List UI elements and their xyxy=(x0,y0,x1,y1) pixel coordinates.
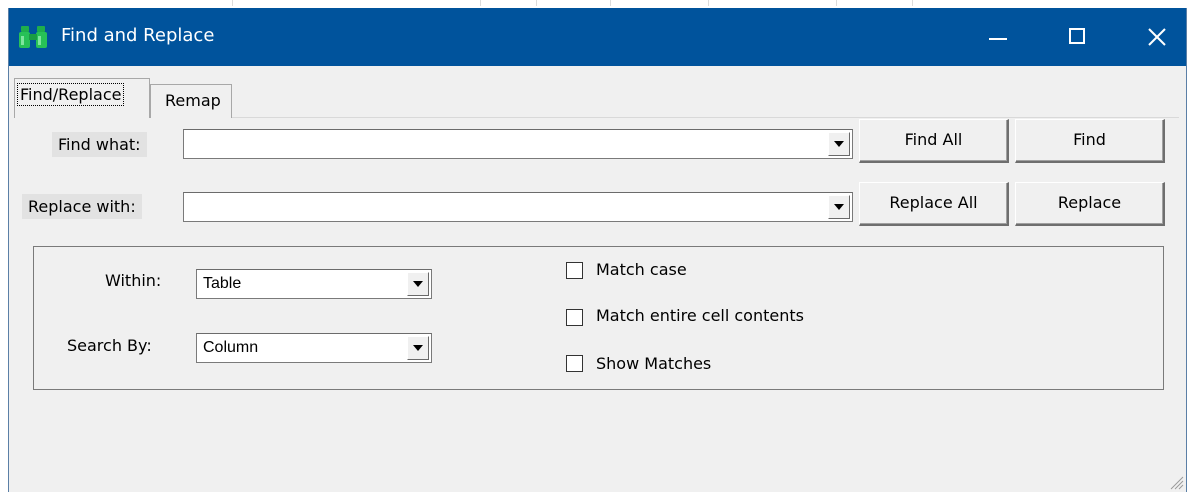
options-group: Within: Table Search By: Column Match ca… xyxy=(33,246,1164,390)
within-select[interactable]: Table xyxy=(196,269,432,299)
search-by-dropdown-button[interactable] xyxy=(407,336,429,360)
within-dropdown-button[interactable] xyxy=(407,272,429,296)
window-title: Find and Replace xyxy=(61,25,215,46)
find-replace-dialog: Find and Replace Find/Replace Remap Find… xyxy=(8,8,1187,492)
tab-remap-label: Remap xyxy=(165,91,221,110)
replace-all-button[interactable]: Replace All xyxy=(859,182,1009,226)
replace-button[interactable]: Replace xyxy=(1015,182,1165,226)
minimize-icon xyxy=(989,38,1007,40)
search-by-select[interactable]: Column xyxy=(196,333,432,363)
close-button[interactable] xyxy=(1129,8,1185,66)
search-by-label: Search By: xyxy=(67,336,152,355)
find-what-label: Find what: xyxy=(52,132,147,157)
tab-strip-border xyxy=(149,117,1179,118)
tab-find-replace[interactable]: Find/Replace xyxy=(14,78,150,118)
replace-with-label: Replace with: xyxy=(22,194,142,219)
find-button[interactable]: Find xyxy=(1015,119,1165,163)
background-strip xyxy=(0,0,1195,8)
within-value: Table xyxy=(203,275,242,292)
binoculars-icon xyxy=(18,24,48,50)
search-by-value: Column xyxy=(203,339,259,356)
maximize-icon xyxy=(1069,28,1085,44)
match-entire-cell-checkbox[interactable] xyxy=(566,309,583,326)
resize-grip-icon[interactable] xyxy=(1168,474,1184,490)
find-all-button[interactable]: Find All xyxy=(859,119,1009,163)
tab-remap[interactable]: Remap xyxy=(150,84,232,118)
close-icon xyxy=(1148,28,1166,46)
replace-with-combobox[interactable] xyxy=(183,192,853,222)
find-what-dropdown-button[interactable] xyxy=(828,132,850,156)
match-case-checkbox[interactable] xyxy=(566,262,583,279)
maximize-button[interactable] xyxy=(1049,8,1105,66)
show-matches-checkbox[interactable] xyxy=(566,355,583,372)
replace-with-dropdown-button[interactable] xyxy=(828,195,850,219)
tab-find-replace-label: Find/Replace xyxy=(17,83,125,106)
title-bar[interactable]: Find and Replace xyxy=(9,8,1186,66)
within-label: Within: xyxy=(105,271,162,290)
find-what-combobox[interactable] xyxy=(183,129,853,159)
match-entire-cell-label[interactable]: Match entire cell contents xyxy=(596,306,804,325)
match-case-label[interactable]: Match case xyxy=(596,260,687,279)
minimize-button[interactable] xyxy=(967,8,1023,66)
show-matches-label[interactable]: Show Matches xyxy=(596,354,711,373)
